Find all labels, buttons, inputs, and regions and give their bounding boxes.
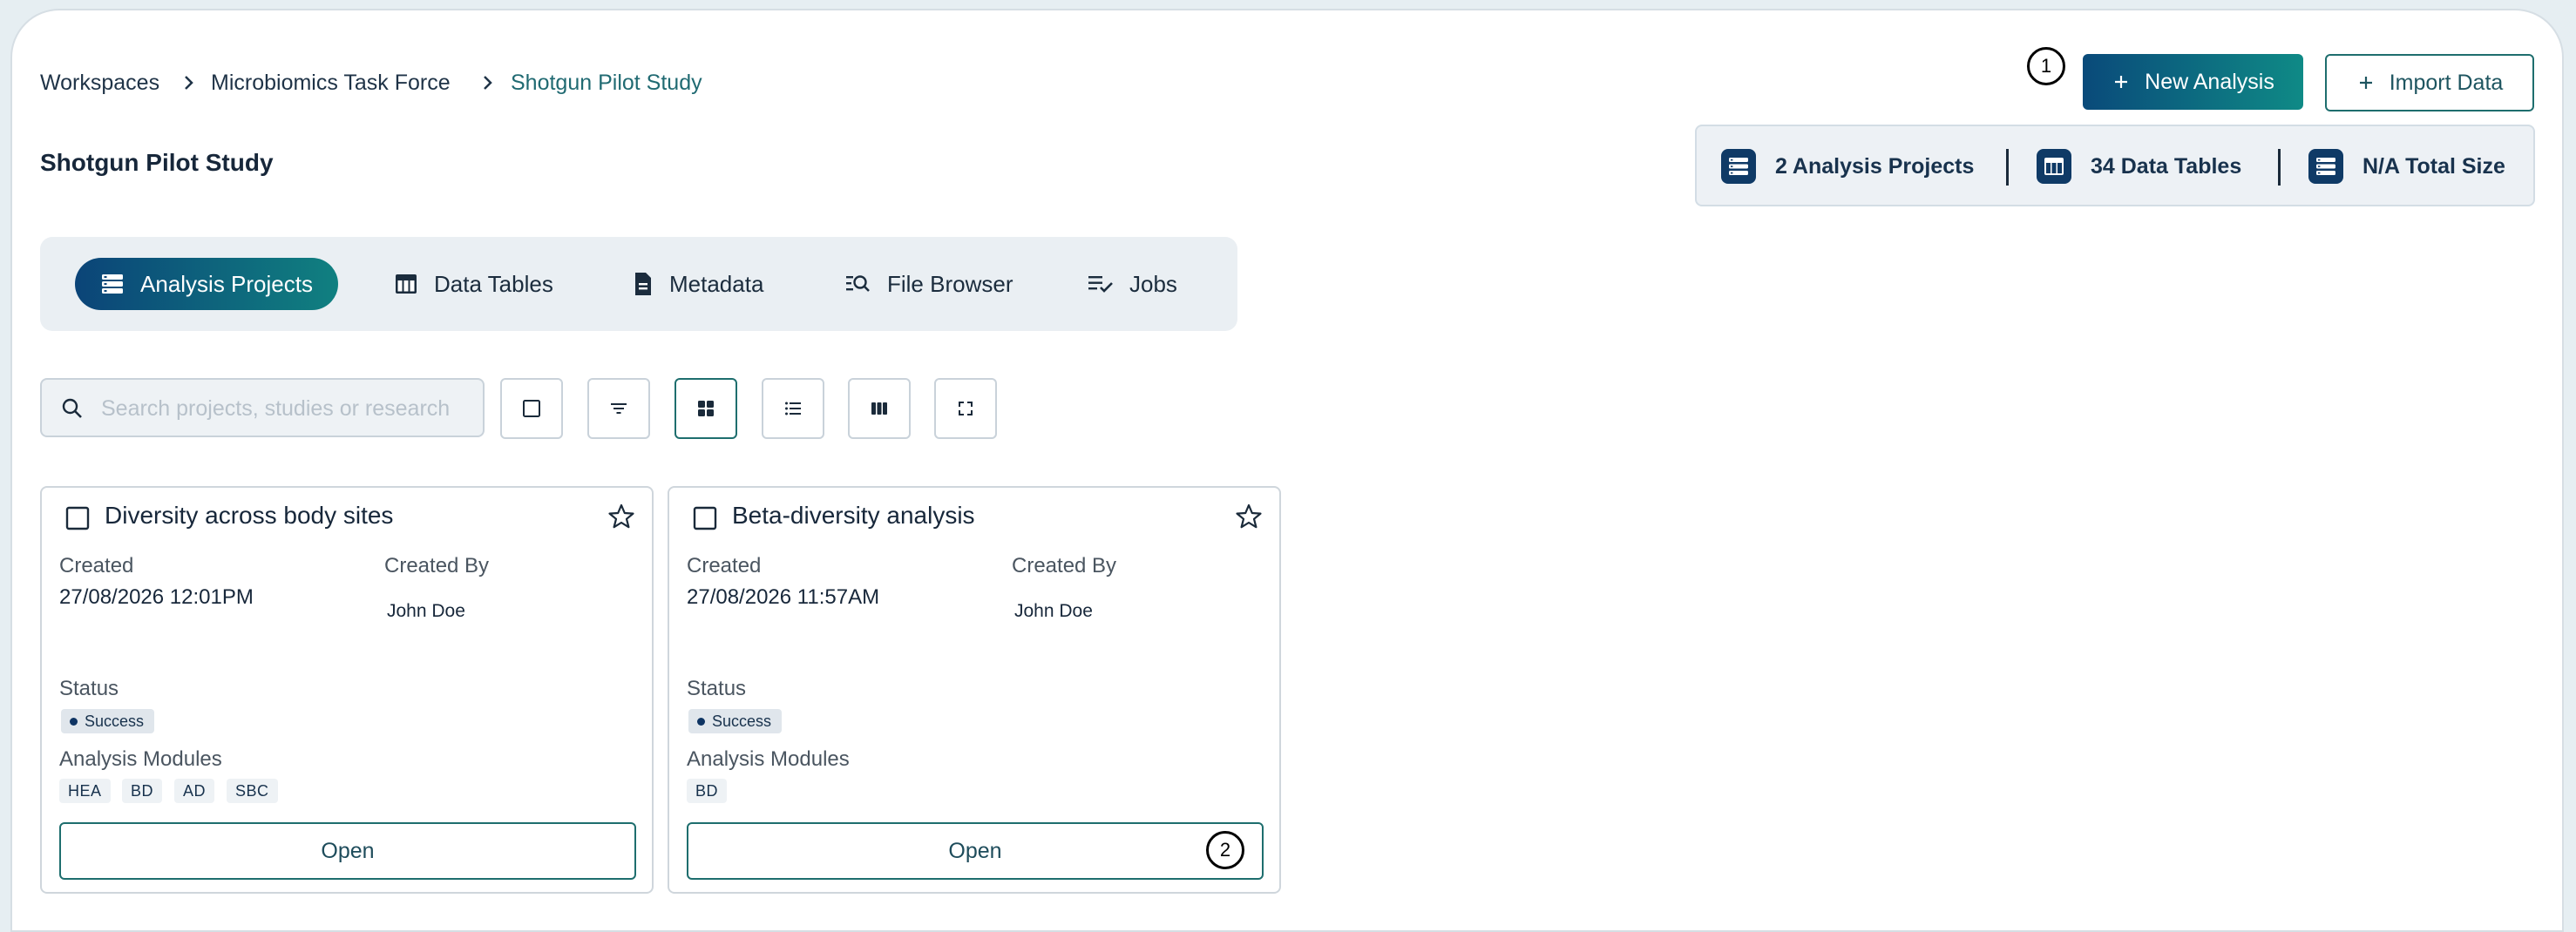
- tab-jobs[interactable]: Jobs: [1088, 258, 1177, 310]
- stack-icon: [1721, 149, 1756, 184]
- stat-divider: [2006, 149, 2009, 186]
- grid-view-button[interactable]: [675, 378, 737, 439]
- tab-label: Data Tables: [434, 270, 553, 297]
- breadcrumb-current: Shotgun Pilot Study: [511, 71, 702, 95]
- page-title: Shotgun Pilot Study: [40, 149, 274, 176]
- search-input[interactable]: [99, 390, 478, 427]
- status-label: Status: [687, 677, 747, 700]
- column-view-button[interactable]: [848, 378, 911, 439]
- module-tag: BD: [687, 779, 728, 803]
- status-dot-icon: [697, 717, 705, 726]
- status-badge: Success: [61, 709, 155, 733]
- created-by-label: Created By: [384, 554, 490, 577]
- plus-icon: [2115, 76, 2128, 88]
- new-analysis-label: New Analysis: [2145, 69, 2274, 94]
- checkbox-icon: [523, 400, 540, 417]
- created-label: Created: [59, 554, 134, 577]
- list-view-button[interactable]: [762, 378, 824, 439]
- stat-total-size-text: N/A Total Size: [2362, 153, 2505, 179]
- star-icon[interactable]: [607, 502, 636, 531]
- tab-analysis-projects[interactable]: Analysis Projects: [75, 258, 338, 310]
- card-title[interactable]: Beta-diversity analysis: [732, 500, 975, 531]
- grid-icon: [698, 401, 714, 416]
- search-icon: [62, 398, 82, 418]
- filter-button[interactable]: [587, 378, 650, 439]
- module-tag: HEA: [59, 779, 111, 803]
- card-title[interactable]: Diversity across body sites: [105, 500, 393, 531]
- new-analysis-button[interactable]: New Analysis: [2083, 54, 2303, 110]
- fullscreen-button[interactable]: [934, 378, 997, 439]
- tab-file-browser[interactable]: File Browser: [845, 258, 1013, 310]
- table-icon: [2037, 149, 2071, 184]
- status-text: Success: [712, 712, 772, 730]
- modules-label: Analysis Modules: [59, 747, 222, 771]
- stat-total-size: N/A Total Size: [2308, 149, 2505, 184]
- stack-icon: [102, 274, 124, 294]
- status-badge: Success: [688, 709, 783, 733]
- stack-icon: [2308, 149, 2343, 184]
- stat-data-tables: 34 Data Tables: [2037, 149, 2242, 184]
- created-by-label: Created By: [1012, 554, 1117, 577]
- tab-label: File Browser: [887, 270, 1013, 297]
- breadcrumb-task-force[interactable]: Microbiomics Task Force: [211, 70, 451, 96]
- checklist-icon: [1088, 276, 1113, 293]
- status-dot-icon: [70, 717, 78, 726]
- stat-analysis-projects: 2 Analysis Projects: [1721, 149, 1975, 184]
- tab-label: Analysis Projects: [140, 270, 313, 297]
- created-value: 27/08/2026 11:57AM: [687, 585, 880, 609]
- created-value: 27/08/2026 12:01PM: [59, 585, 254, 609]
- filter-icon: [611, 403, 627, 414]
- stat-divider: [2278, 149, 2281, 186]
- section-tabs: Analysis Projects Data Tables Metadata F…: [40, 237, 1237, 331]
- status-text: Success: [85, 712, 145, 730]
- annotation-marker: 2: [1206, 831, 1244, 869]
- tab-metadata[interactable]: Metadata: [633, 258, 763, 310]
- table-icon: [396, 274, 417, 294]
- columns-icon: [871, 402, 887, 415]
- annotation-marker: 1: [2027, 47, 2065, 85]
- modules-label: Analysis Modules: [687, 747, 850, 771]
- created-by-value: John Doe: [1014, 601, 1093, 621]
- module-tag: SBC: [227, 779, 278, 803]
- tab-label: Jobs: [1129, 270, 1177, 297]
- chevron-right-icon: [484, 76, 492, 90]
- import-data-label: Import Data: [2389, 70, 2504, 95]
- open-button[interactable]: Open: [687, 822, 1264, 880]
- import-data-button[interactable]: Import Data: [2325, 54, 2534, 111]
- fullscreen-icon: [959, 402, 973, 415]
- created-label: Created: [687, 554, 762, 577]
- stats-panel: 2 Analysis Projects 34 Data Tables N/A T…: [1695, 125, 2535, 206]
- document-icon: [635, 273, 651, 295]
- stat-data-tables-text: 34 Data Tables: [2091, 153, 2242, 179]
- card-checkbox[interactable]: [64, 505, 91, 531]
- search-list-icon: [846, 275, 870, 292]
- list-icon: [785, 402, 801, 415]
- breadcrumb-workspaces[interactable]: Workspaces: [40, 70, 159, 96]
- open-button[interactable]: Open: [59, 822, 636, 880]
- module-tag: BD: [122, 779, 163, 803]
- card-checkbox[interactable]: [692, 505, 718, 531]
- tab-data-tables[interactable]: Data Tables: [394, 258, 553, 310]
- star-icon[interactable]: [1234, 502, 1264, 531]
- search-box: [40, 378, 485, 437]
- status-label: Status: [59, 677, 119, 700]
- created-by-value: John Doe: [387, 601, 465, 621]
- project-card: Diversity across body sites Created 27/0…: [40, 486, 654, 894]
- module-tag: AD: [174, 779, 215, 803]
- stat-analysis-projects-text: 2 Analysis Projects: [1775, 153, 1975, 179]
- plus-icon: [2359, 77, 2372, 89]
- project-card: Beta-diversity analysis Created 27/08/20…: [668, 486, 1281, 894]
- tab-label: Metadata: [669, 270, 764, 297]
- chevron-right-icon: [185, 76, 193, 90]
- select-all-button[interactable]: [500, 378, 563, 439]
